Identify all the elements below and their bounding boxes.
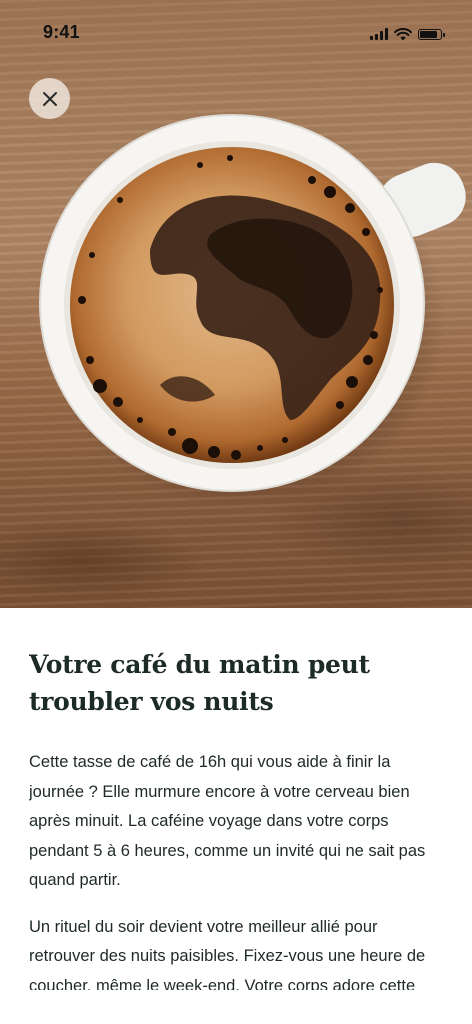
article-title: Votre café du matin peut troubler vos nu… (29, 646, 443, 720)
article-paragraph-1: Cette tasse de café de 16h qui vous aide… (29, 753, 426, 889)
wifi-icon (394, 27, 412, 40)
status-bar-icons (370, 26, 445, 42)
status-bar-time: 9:41 (43, 22, 80, 42)
article-title-line-1: Votre café du matin peut (29, 650, 370, 679)
article-content: Votre café du matin peut troubler vos nu… (29, 646, 443, 990)
cellular-signal-icon (370, 28, 388, 40)
close-button[interactable] (29, 78, 70, 119)
article-paragraph-2: Un rituel du soir devient votre meilleur… (29, 917, 426, 991)
battery-icon (418, 28, 445, 40)
hero-image: 9:41 (0, 0, 472, 608)
close-icon (42, 91, 57, 106)
coffee-cup-illustration (39, 114, 466, 510)
article-title-line-2: troubler vos nuits (29, 687, 274, 716)
